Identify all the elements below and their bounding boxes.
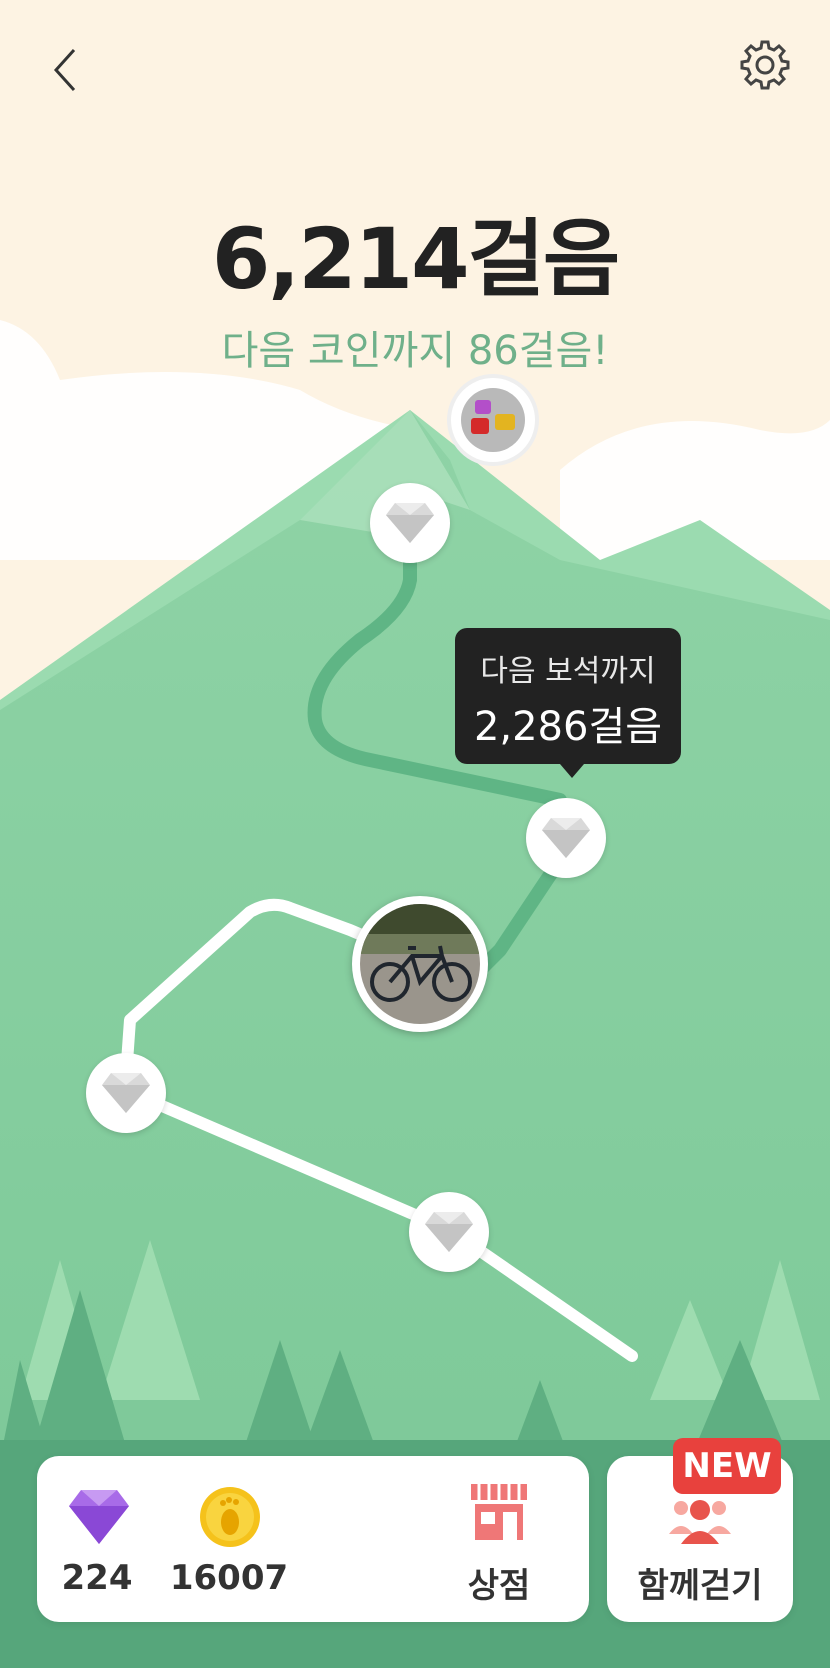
- shop-icon: [471, 1484, 527, 1540]
- next-coin-message: 다음 코인까지 86걸음!: [221, 328, 609, 374]
- summit-reward[interactable]: [451, 378, 535, 462]
- tooltip-steps: 2,286걸음: [473, 704, 663, 750]
- diamond-icon: [386, 503, 434, 543]
- milestone-gem[interactable]: [526, 798, 606, 878]
- purple-diamond-icon: [69, 1490, 129, 1544]
- milestone-gem[interactable]: [86, 1053, 166, 1133]
- bicycle-photo: [360, 904, 480, 1024]
- footprint-coin-icon: [200, 1487, 260, 1547]
- milestone-gem[interactable]: [409, 1192, 489, 1272]
- gem-balance[interactable]: [67, 1486, 129, 1546]
- people-icon: [669, 1500, 731, 1544]
- current-position-marker[interactable]: [352, 896, 488, 1032]
- gear-icon: [740, 40, 790, 90]
- milestone-gem[interactable]: [370, 483, 450, 563]
- diamond-icon: [425, 1212, 473, 1252]
- coin-count: 16007: [169, 1558, 289, 1598]
- coin-balance[interactable]: [199, 1486, 261, 1548]
- chevron-left-icon: [53, 48, 76, 92]
- walk-together-label: 함께걷기: [637, 1566, 763, 1606]
- diamond-icon: [102, 1073, 150, 1113]
- diamond-icon: [542, 818, 590, 858]
- people-icon-wrap: [667, 1486, 733, 1546]
- shop-button[interactable]: [467, 1480, 531, 1544]
- back-button[interactable]: [40, 40, 90, 100]
- step-count: 6,214걸음: [211, 210, 620, 308]
- settings-button[interactable]: [736, 36, 794, 94]
- next-gem-tooltip: 다음 보석까지 2,286걸음: [455, 628, 681, 778]
- wallet-panel: 224 16007 상점: [37, 1456, 589, 1622]
- tooltip-label: 다음 보석까지: [480, 654, 656, 689]
- new-badge: NEW: [673, 1438, 781, 1494]
- gift-boxes-icon: [461, 388, 525, 452]
- walk-map: 6,214걸음 다음 코인까지 86걸음! 다음 보석까지 2,286걸음 22…: [0, 0, 830, 1668]
- shop-label: 상점: [467, 1566, 531, 1606]
- gem-count: 224: [61, 1558, 133, 1598]
